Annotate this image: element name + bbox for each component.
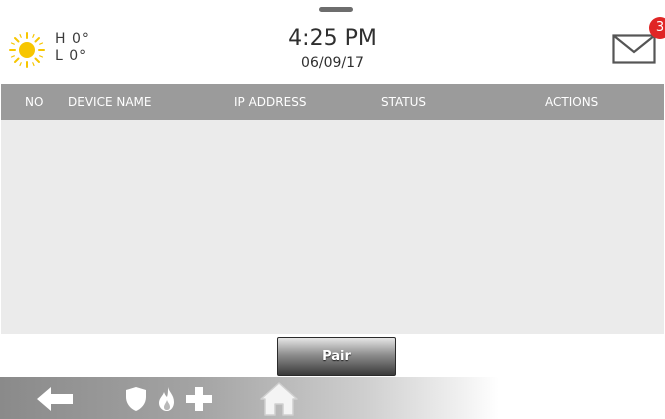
device-table-body[interactable] [1,120,664,334]
bottom-nav-bar [0,377,665,419]
column-header-ip-address: IP ADDRESS [234,95,307,109]
current-date: 06/09/17 [301,55,364,71]
clock: 4:25 PM 06/09/17 [0,26,665,72]
device-table-header: NO DEVICE NAME IP ADDRESS STATUS ACTIONS [1,84,664,120]
column-header-actions: ACTIONS [545,95,599,109]
back-arrow-icon[interactable] [37,387,73,411]
pull-down-handle[interactable] [319,7,353,12]
status-header: H 0° L 0° 4:25 PM 06/09/17 3 [0,0,665,84]
current-time: 4:25 PM [288,26,377,51]
medical-cross-icon[interactable] [186,387,212,411]
envelope-icon [612,34,656,64]
shield-icon[interactable] [125,386,147,412]
column-header-no: NO [25,95,44,109]
messages-button[interactable]: 3 [609,17,665,69]
column-header-device-name: DEVICE NAME [68,95,152,109]
fire-icon[interactable] [156,386,178,412]
home-icon[interactable] [259,381,299,417]
message-count-badge: 3 [649,17,665,39]
column-header-status: STATUS [381,95,427,109]
pair-button[interactable]: Pair [277,337,396,376]
